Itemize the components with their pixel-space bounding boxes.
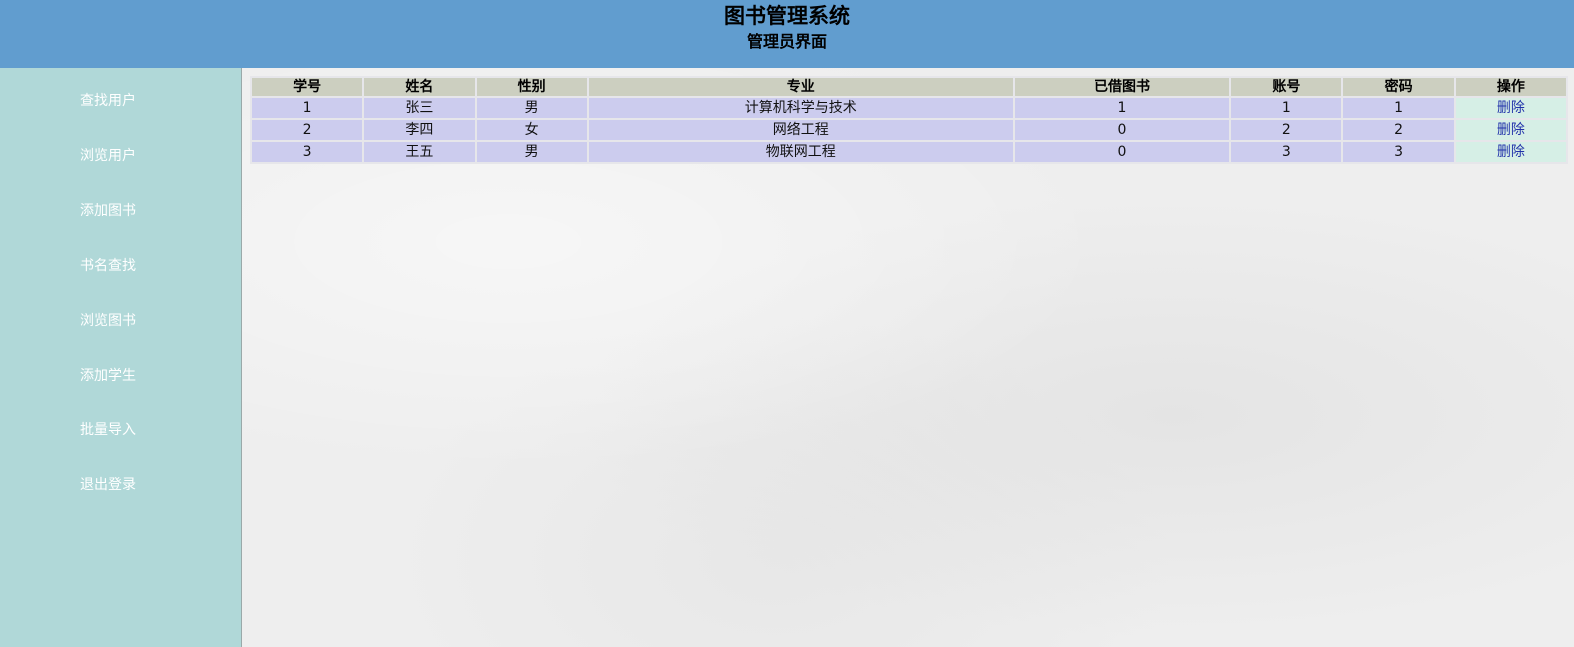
column-header-account: 账号	[1231, 78, 1342, 96]
table-header-row: 学号 姓名 性别 专业 已借图书 账号 密码 操作	[252, 78, 1566, 96]
cell-password: 1	[1343, 98, 1454, 118]
cell-account: 2	[1231, 120, 1342, 140]
page-subtitle: 管理员界面	[746, 32, 827, 51]
column-header-id: 学号	[252, 78, 363, 96]
cell-password: 3	[1343, 142, 1454, 162]
user-table: 学号 姓名 性别 专业 已借图书 账号 密码 操作 1 张三 男 计算机科学与技…	[250, 76, 1568, 164]
cell-action: 删除	[1455, 120, 1566, 140]
column-header-action: 操作	[1455, 78, 1566, 96]
sidebar-item-browse-books[interactable]: 浏览图书	[0, 311, 216, 331]
cell-gender: 男	[476, 142, 587, 162]
delete-link[interactable]: 删除	[1497, 144, 1525, 160]
cell-major: 物联网工程	[588, 142, 1013, 162]
cell-id: 2	[252, 120, 363, 140]
sidebar-item-search-by-title[interactable]: 书名查找	[0, 256, 216, 276]
delete-link[interactable]: 删除	[1497, 100, 1525, 116]
cell-gender: 男	[476, 98, 587, 118]
cell-account: 1	[1231, 98, 1342, 118]
cell-gender: 女	[476, 120, 587, 140]
column-header-major: 专业	[588, 78, 1013, 96]
column-header-name: 姓名	[364, 78, 475, 96]
sidebar-item-logout[interactable]: 退出登录	[0, 475, 216, 495]
cell-password: 2	[1343, 120, 1454, 140]
column-header-gender: 性别	[476, 78, 587, 96]
sidebar-item-add-student[interactable]: 添加学生	[0, 366, 216, 386]
cell-id: 1	[252, 98, 363, 118]
cell-major: 网络工程	[588, 120, 1013, 140]
cell-name: 王五	[364, 142, 475, 162]
cell-name: 李四	[364, 120, 475, 140]
system-title: 图书管理系统	[724, 4, 850, 28]
sidebar-nav: 查找用户 浏览用户 添加图书 书名查找 浏览图书 添加学生 批量导入 退出登录	[0, 68, 242, 647]
sidebar-item-find-user[interactable]: 查找用户	[0, 91, 216, 111]
sidebar-item-browse-users[interactable]: 浏览用户	[0, 146, 216, 166]
cell-major: 计算机科学与技术	[588, 98, 1013, 118]
cell-action: 删除	[1455, 98, 1566, 118]
column-header-borrowed: 已借图书	[1014, 78, 1230, 96]
cell-borrowed: 0	[1014, 120, 1230, 140]
delete-link[interactable]: 删除	[1497, 122, 1525, 138]
table-row: 3 王五 男 物联网工程 0 3 3 删除	[252, 142, 1566, 162]
cell-account: 3	[1231, 142, 1342, 162]
column-header-password: 密码	[1343, 78, 1454, 96]
sidebar-item-add-book[interactable]: 添加图书	[0, 201, 216, 221]
table-row: 2 李四 女 网络工程 0 2 2 删除	[252, 120, 1566, 140]
cell-borrowed: 1	[1014, 98, 1230, 118]
cell-action: 删除	[1455, 142, 1566, 162]
page-header: 图书管理系统 管理员界面	[0, 0, 1574, 68]
sidebar-item-batch-import[interactable]: 批量导入	[0, 420, 216, 440]
table-row: 1 张三 男 计算机科学与技术 1 1 1 删除	[252, 98, 1566, 118]
cell-name: 张三	[364, 98, 475, 118]
cell-id: 3	[252, 142, 363, 162]
main-content: 学号 姓名 性别 专业 已借图书 账号 密码 操作 1 张三 男 计算机科学与技…	[242, 68, 1574, 647]
cell-borrowed: 0	[1014, 142, 1230, 162]
